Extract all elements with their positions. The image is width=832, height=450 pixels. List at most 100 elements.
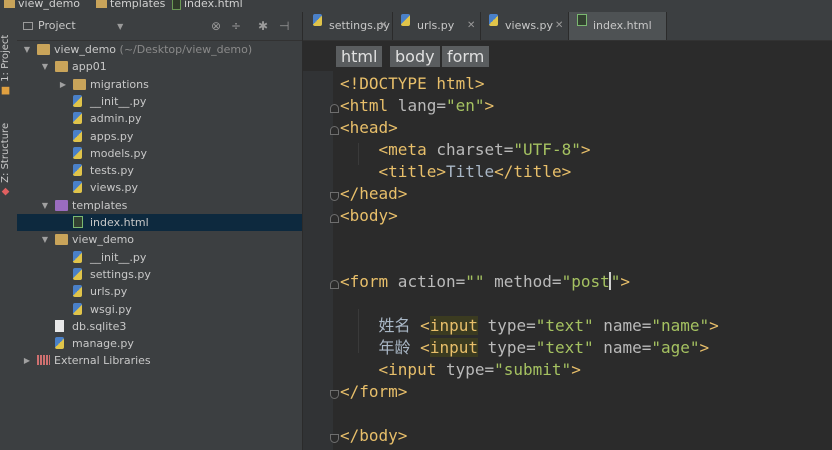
- python-file-icon: [55, 337, 64, 350]
- python-file-icon: [73, 129, 82, 142]
- editor-tab[interactable]: index.html: [569, 12, 667, 40]
- tree-item-path: (~/Desktop/view_demo): [116, 43, 253, 56]
- tree-item-label: wsgi.py: [90, 302, 132, 316]
- database-file-icon: [55, 319, 64, 332]
- tree-item[interactable]: __init__.py: [17, 93, 302, 110]
- tree-item-label: settings.py: [90, 267, 151, 281]
- collapsed-arrow-icon[interactable]: ▶: [58, 76, 68, 93]
- code-line: <!DOCTYPE html>: [340, 74, 485, 93]
- project-panel-header: Project ▼ ⊗ ÷ ✱ ⊣: [17, 12, 302, 41]
- fold-marker[interactable]: [330, 126, 339, 135]
- tree-item[interactable]: apps.py: [17, 128, 302, 145]
- close-tab-icon[interactable]: ✕: [379, 12, 387, 40]
- dropdown-arrow-icon: ▼: [117, 22, 124, 31]
- folder-icon: [4, 0, 15, 8]
- folder-icon: [55, 234, 68, 246]
- close-tab-icon[interactable]: ✕: [467, 12, 475, 40]
- tree-item[interactable]: views.py: [17, 179, 302, 196]
- fold-marker[interactable]: [330, 104, 339, 113]
- crumb-folder[interactable]: templates: [96, 0, 165, 10]
- code-line: </head>: [340, 184, 408, 203]
- python-file-icon: [73, 302, 82, 315]
- folder-icon: [55, 61, 68, 73]
- code-line: <title>Title</title>: [378, 162, 572, 181]
- folder-icon: [73, 78, 86, 90]
- tree-item[interactable]: settings.py: [17, 266, 302, 283]
- html-file-icon: [73, 216, 83, 228]
- code-editor[interactable]: <!DOCTYPE html> <html lang="en"> <head> …: [303, 71, 832, 450]
- tree-item-label: External Libraries: [54, 354, 151, 368]
- tree-item[interactable]: __init__.py: [17, 249, 302, 266]
- tree-item[interactable]: ▼ templates: [17, 197, 302, 214]
- settings-gear-icon[interactable]: ✱: [258, 19, 268, 33]
- hide-panel-icon[interactable]: ⊣: [279, 19, 289, 33]
- python-file-icon: [73, 250, 82, 263]
- tool-tab-structure[interactable]: ◆ Z: Structure: [0, 112, 17, 197]
- expanded-arrow-icon[interactable]: ▼: [40, 231, 50, 248]
- tree-item[interactable]: urls.py: [17, 283, 302, 300]
- editor-tab-bar: settings.py ✕ urls.py ✕ views.py ✕ index.html: [303, 12, 832, 41]
- tree-item[interactable]: ▶ External Libraries: [17, 352, 302, 369]
- expanded-arrow-icon[interactable]: ▼: [40, 58, 50, 75]
- html-file-icon: [172, 0, 181, 10]
- collapse-all-icon[interactable]: ⊗: [211, 19, 221, 33]
- crumb-file[interactable]: index.html: [172, 0, 243, 10]
- tree-item-label: admin.py: [90, 112, 142, 126]
- tree-item[interactable]: tests.py: [17, 162, 302, 179]
- tree-item-label: view_demo: [72, 233, 135, 247]
- code-line: </form>: [340, 382, 408, 401]
- close-tab-icon[interactable]: ✕: [555, 12, 563, 40]
- python-file-icon: [73, 112, 82, 125]
- python-file-icon: [313, 14, 322, 26]
- breadcrumb-form[interactable]: form: [442, 46, 490, 67]
- fold-marker[interactable]: [330, 434, 339, 443]
- code-line: 年龄 <input type="text" name="age">: [378, 338, 710, 357]
- tree-item[interactable]: ▼ view_demo (~/Desktop/view_demo): [17, 41, 302, 58]
- python-file-icon: [73, 164, 82, 177]
- template-folder-icon: [55, 199, 68, 211]
- editor-tab[interactable]: urls.py ✕: [393, 12, 481, 40]
- scroll-from-source-icon[interactable]: ÷: [231, 19, 241, 33]
- tree-item[interactable]: admin.py: [17, 110, 302, 127]
- editor-tab[interactable]: views.py ✕: [481, 12, 569, 40]
- crumb-project[interactable]: view_demo: [4, 0, 80, 10]
- breadcrumb-body[interactable]: body: [390, 46, 440, 67]
- code-line: </body>: [340, 426, 408, 445]
- tool-tab-project[interactable]: ■ 1: Project: [0, 18, 17, 96]
- tree-item[interactable]: models.py: [17, 145, 302, 162]
- collapsed-arrow-icon[interactable]: ▶: [22, 352, 32, 369]
- fold-marker[interactable]: [330, 192, 339, 201]
- project-view-selector[interactable]: Project ▼: [23, 19, 123, 32]
- tree-item[interactable]: wsgi.py: [17, 301, 302, 318]
- tree-item-label: db.sqlite3: [72, 319, 127, 333]
- python-file-icon: [73, 267, 82, 280]
- expanded-arrow-icon[interactable]: ▼: [22, 41, 32, 58]
- python-file-icon: [73, 181, 82, 194]
- editor-tab[interactable]: settings.py ✕: [305, 12, 393, 40]
- tree-item-label: view_demo (~/Desktop/view_demo): [54, 43, 253, 56]
- tree-item-label: views.py: [90, 181, 139, 195]
- library-icon: [37, 355, 50, 366]
- editor-gutter: [303, 71, 333, 450]
- tree-item[interactable]: ▼ view_demo: [17, 231, 302, 248]
- tree-item[interactable]: db.sqlite3: [17, 318, 302, 335]
- code-line: <body>: [340, 206, 398, 225]
- tree-item[interactable]: index.html: [17, 214, 302, 231]
- fold-marker[interactable]: [330, 214, 339, 223]
- tree-item-label: app01: [72, 60, 107, 74]
- html-file-icon: [577, 14, 587, 26]
- breadcrumb-html[interactable]: html: [336, 46, 383, 67]
- tab-label: views.py: [505, 19, 554, 32]
- code-line: <head>: [340, 118, 398, 137]
- tree-item-label: templates: [72, 198, 128, 212]
- fold-marker[interactable]: [330, 280, 339, 289]
- python-file-icon: [73, 94, 82, 107]
- expanded-arrow-icon[interactable]: ▼: [40, 197, 50, 214]
- python-file-icon: [401, 14, 410, 26]
- tree-item[interactable]: manage.py: [17, 335, 302, 352]
- tree-item[interactable]: ▼ app01: [17, 58, 302, 75]
- fold-marker[interactable]: [330, 390, 339, 399]
- code-line: <input type="submit">: [378, 360, 581, 379]
- tree-item-label: manage.py: [72, 337, 134, 351]
- tree-item[interactable]: ▶ migrations: [17, 76, 302, 93]
